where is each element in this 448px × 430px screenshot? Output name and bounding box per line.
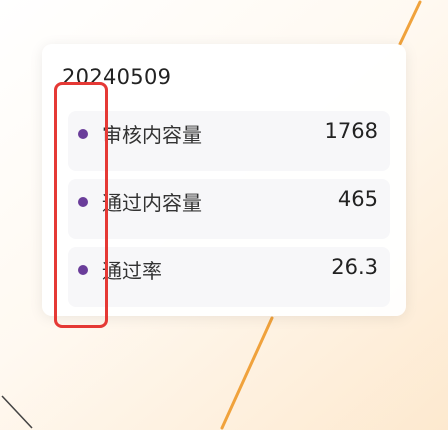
tooltip-row-pass-count: 通过内容量 465	[68, 179, 390, 239]
dark-line-bottom-left	[1, 395, 33, 429]
red-highlight-box	[54, 82, 108, 328]
tooltip-row-value: 1768	[324, 119, 378, 143]
tooltip-row-value: 465	[337, 187, 378, 211]
accent-line-top-right	[398, 0, 422, 46]
tooltip-row-label: 审核内容量	[102, 123, 202, 147]
tooltip-row-label: 通过内容量	[102, 191, 202, 215]
tooltip-row-pass-rate: 通过率 26.3	[68, 247, 390, 307]
tooltip-row-review-count: 审核内容量 1768	[68, 111, 390, 171]
accent-line-bottom	[220, 316, 274, 430]
tooltip-row-value: 26.3	[331, 255, 378, 279]
tooltip-rows: 审核内容量 1768 通过内容量 465 通过率 26.3	[68, 111, 390, 315]
tooltip-row-label: 通过率	[102, 259, 162, 283]
